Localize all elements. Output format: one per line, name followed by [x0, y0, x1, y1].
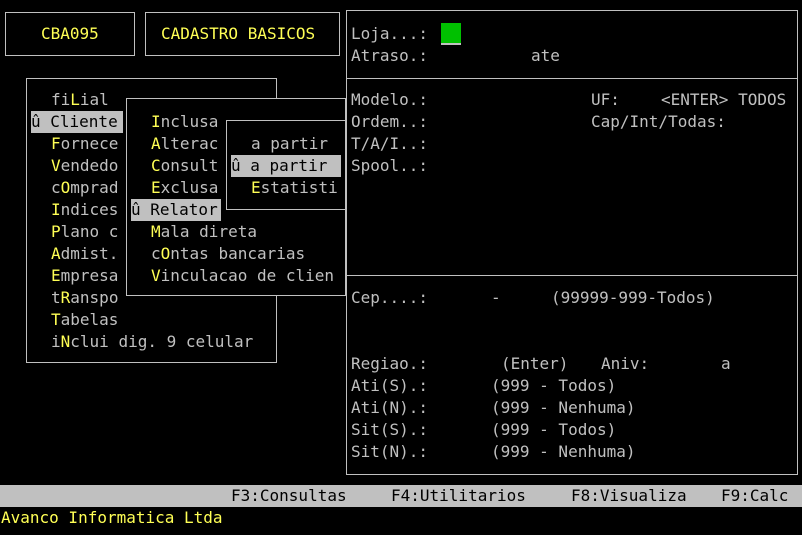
atraso-label: Atraso.: [351, 46, 429, 65]
ati-n-label: Ati(N).: [351, 398, 429, 417]
uf-label: UF: [591, 90, 620, 109]
menu-item-inclui-dig9[interactable]: iNclui dig. 9 celular [51, 331, 253, 353]
menu-item-transporte[interactable]: tRanspo [51, 287, 118, 309]
menu-item-indices[interactable]: Indices [51, 199, 118, 221]
sit-n-label: Sit(N).: [351, 442, 429, 461]
ati-s-hint: (999 - Todos) [491, 376, 617, 395]
menu-item-empresa[interactable]: Empresa [51, 265, 118, 287]
text-cursor [441, 23, 461, 45]
aniv-a: a [721, 354, 731, 373]
company-footer: Avanco Informatica Ltda [1, 508, 223, 527]
submenu-item-consulta[interactable]: Consult [151, 155, 218, 177]
menu-item-comprador[interactable]: cOmprad [51, 177, 118, 199]
sit-s-label: Sit(S).: [351, 420, 429, 439]
f9-calc-key[interactable]: F9:Calc [721, 485, 788, 507]
loja-label: Loja...: [351, 24, 429, 43]
sit-n-hint: (999 - Nenhuma) [491, 442, 636, 461]
submenu-item-alteracao[interactable]: Alterac [151, 133, 218, 155]
cap-int-todas-label: Cap/Int/Todas: [591, 112, 726, 131]
f3-consultas-key[interactable]: F3:Consultas [231, 485, 347, 507]
submenu-item-inclusao[interactable]: Inclusa [151, 111, 218, 133]
menu-item-plano[interactable]: Plano c [51, 221, 118, 243]
regiao-label: Regiao.: [351, 354, 429, 373]
spool-label: Spool..: [351, 156, 429, 175]
f4-utilitarios-key[interactable]: F4:Utilitarios [391, 485, 526, 507]
relatorio-item-a-partir-2[interactable]: û a partir [231, 155, 341, 177]
f8-visualiza-key[interactable]: F8:Visualiza [571, 485, 687, 507]
menu-item-vendedor[interactable]: Vendedo [51, 155, 118, 177]
loja-input[interactable] [441, 23, 461, 45]
menu-item-cliente[interactable]: û Cliente [31, 111, 123, 133]
sit-s-hint: (999 - Todos) [491, 420, 617, 439]
page-title: CADASTRO BASICOS [161, 24, 316, 43]
submenu-item-mala-direta[interactable]: Mala direta [151, 221, 257, 243]
ati-s-label: Ati(S).: [351, 376, 429, 395]
ati-n-hint: (999 - Nenhuma) [491, 398, 636, 417]
tai-label: T/A/I..: [351, 134, 429, 153]
modelo-label: Modelo.: [351, 90, 429, 109]
relatorio-item-estatistica[interactable]: Estatisti [251, 177, 338, 199]
ordem-label: Ordem..: [351, 112, 429, 131]
uf-hint: <ENTER> TODOS [661, 90, 787, 109]
submenu-item-relatorio[interactable]: û Relator [131, 199, 221, 221]
regiao-hint: (Enter) [501, 354, 569, 373]
aniv-label: Aniv: [601, 354, 650, 373]
relatorio-item-a-partir-1[interactable]: a partir [251, 133, 328, 155]
menu-item-filial[interactable]: fiLial [51, 89, 109, 111]
cep-label: Cep....: [351, 288, 429, 307]
submenu-item-contas-bancarias[interactable]: cOntas bancarias [151, 243, 305, 265]
atraso-ate-label: ate [531, 46, 560, 65]
menu-item-fornecedor[interactable]: Fornece [51, 133, 118, 155]
program-code: CBA095 [41, 24, 99, 43]
cep-dash: - [491, 288, 501, 307]
submenu-item-exclusao[interactable]: Exclusa [151, 177, 218, 199]
menu-item-admist[interactable]: Admist. [51, 243, 118, 265]
menu-item-tabelas[interactable]: Tabelas [51, 309, 118, 331]
cep-hint: (99999-999-Todos) [551, 288, 715, 307]
submenu-item-vinculacao[interactable]: Vinculacao de clien [151, 265, 334, 287]
